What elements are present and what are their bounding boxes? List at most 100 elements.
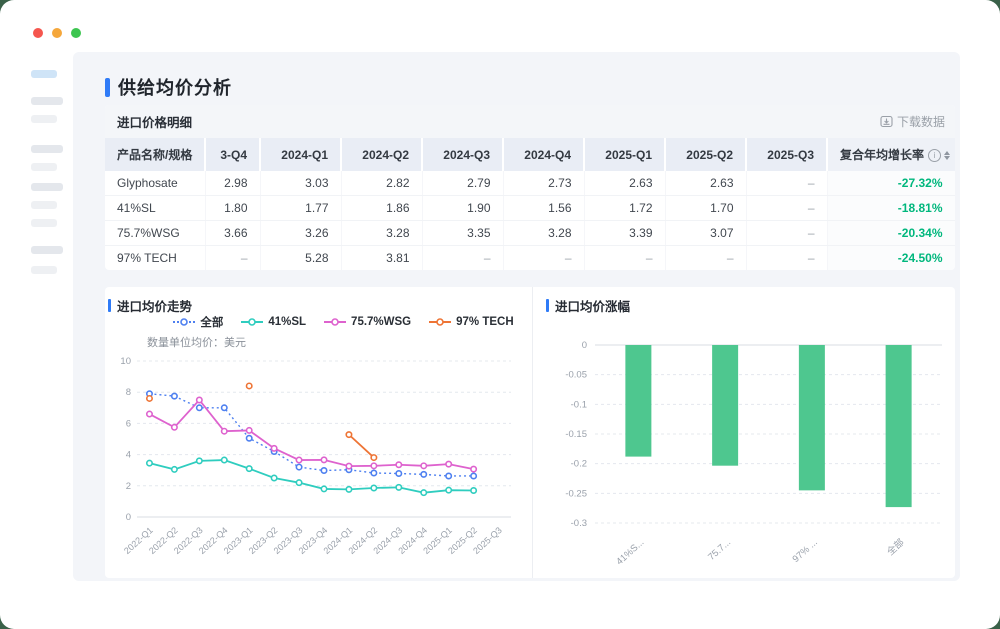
page-title: 供给均价分析: [118, 74, 232, 100]
app-window: 供给均价分析 进口价格明细 下载数据: [0, 0, 1000, 629]
data-point: [197, 458, 202, 463]
y-tick-label: -0.3: [571, 518, 587, 529]
table-row: 41%SL1.801.771.861.901.561.721.70–-18.81…: [105, 196, 955, 221]
price-cell: 5.28: [260, 246, 341, 271]
legend-item-全部[interactable]: 全部: [173, 314, 223, 330]
column-header: 2024-Q2: [341, 138, 422, 171]
data-point: [396, 471, 401, 476]
product-name-cell: 41%SL: [105, 196, 205, 221]
price-cell: –: [584, 246, 665, 271]
data-point: [271, 446, 276, 451]
column-header: 3-Q4: [205, 138, 260, 171]
line-chart-title: 进口均价走势: [117, 296, 192, 315]
price-cell: 2.63: [665, 171, 746, 196]
line-chart-section: 进口均价走势 全部41%SL75.7%WSG97% TECH 数量单位均价：美元…: [105, 287, 532, 578]
data-point: [147, 396, 152, 401]
column-header: 2025-Q3: [746, 138, 827, 171]
info-icon[interactable]: i: [928, 149, 941, 162]
price-cell: 1.77: [260, 196, 341, 221]
y-tick-label: 0: [582, 340, 587, 351]
data-point: [247, 436, 252, 441]
data-point: [446, 461, 451, 466]
data-point: [296, 480, 301, 485]
sidebar-skeleton-item: [31, 219, 57, 227]
bar-chart-title: 进口均价涨幅: [555, 296, 630, 315]
chart-accent-bar: [546, 299, 549, 312]
price-cell: 2.98: [205, 171, 260, 196]
price-cell: 3.28: [341, 221, 422, 246]
bar-chart-section: 进口均价涨幅 0-0.05-0.1-0.15-0.2-0.25-0.341%S.…: [532, 287, 955, 578]
column-header: 2025-Q1: [584, 138, 665, 171]
price-cell: 1.90: [422, 196, 503, 221]
price-cell: –: [422, 246, 503, 271]
data-point: [371, 470, 376, 475]
column-header: 2025-Q2: [665, 138, 746, 171]
data-point: [247, 466, 252, 471]
sidebar-skeleton-item: [31, 183, 63, 191]
data-point: [247, 383, 252, 388]
product-name-cell: 97% TECH: [105, 246, 205, 271]
sidebar-skeleton-item: [31, 115, 57, 123]
table-card-header: 进口价格明细 下载数据: [105, 105, 955, 138]
sidebar-skeleton-item: [31, 246, 63, 254]
legend-marker: [324, 317, 346, 327]
price-cell: 2.73: [503, 171, 584, 196]
legend-item-97% TECH[interactable]: 97% TECH: [429, 314, 514, 330]
price-cell: –: [746, 221, 827, 246]
cagr-cell: -27.32%: [827, 171, 955, 196]
window-controls: [33, 28, 81, 38]
data-point: [321, 457, 326, 462]
x-tick-label: 全部: [884, 536, 906, 558]
data-point: [371, 455, 376, 460]
data-point: [247, 428, 252, 433]
price-cell: 1.86: [341, 196, 422, 221]
download-data-button[interactable]: 下载数据: [880, 113, 945, 130]
column-header: 2024-Q4: [503, 138, 584, 171]
data-point: [371, 463, 376, 468]
data-point: [421, 472, 426, 477]
data-point: [321, 468, 326, 473]
data-point: [321, 486, 326, 491]
data-point: [446, 473, 451, 478]
data-point: [421, 463, 426, 468]
chart-legend: 全部 41%SL 75.7%WSG 97% TECH: [130, 314, 557, 330]
cagr-cell: -24.50%: [827, 246, 955, 271]
legend-item-75.7%WSG[interactable]: 75.7%WSG: [324, 314, 411, 330]
data-point: [296, 464, 301, 469]
sidebar-skeleton-item: [31, 266, 57, 274]
line-chart-svg: 02468102022-Q12022-Q22022-Q32022-Q42023-…: [111, 349, 523, 573]
price-cell: 2.79: [422, 171, 503, 196]
close-button[interactable]: [33, 28, 43, 38]
legend-marker: [429, 317, 451, 327]
price-cell: 3.35: [422, 221, 503, 246]
data-point: [346, 463, 351, 468]
data-point: [172, 467, 177, 472]
sidebar-skeleton-item: [31, 163, 57, 171]
price-cell: –: [746, 246, 827, 271]
data-point: [471, 473, 476, 478]
price-table-card: 进口价格明细 下载数据 产品名称/规格3-: [105, 105, 955, 270]
sidebar-skeleton-item: [31, 97, 63, 105]
sort-icon[interactable]: [944, 151, 950, 160]
column-header: 2024-Q1: [260, 138, 341, 171]
x-tick-label: 41%S...: [614, 537, 646, 567]
data-point: [346, 432, 351, 437]
x-tick-label: 75.7...: [706, 537, 733, 563]
data-point: [222, 405, 227, 410]
sidebar-skeleton-item: [31, 201, 57, 209]
chart-accent-bar: [108, 299, 111, 312]
table-title: 进口价格明细: [117, 112, 192, 131]
price-cell: –: [665, 246, 746, 271]
product-name-cell: 75.7%WSG: [105, 221, 205, 246]
maximize-button[interactable]: [71, 28, 81, 38]
minimize-button[interactable]: [52, 28, 62, 38]
bar-chart-title-row: 进口均价涨幅: [546, 296, 630, 315]
y-tick-label: -0.15: [565, 429, 587, 440]
data-point: [371, 485, 376, 490]
sidebar-skeleton-item: [31, 70, 57, 78]
legend-item-41%SL[interactable]: 41%SL: [241, 314, 306, 330]
y-tick-label: 2: [126, 481, 131, 492]
price-cell: 3.28: [503, 221, 584, 246]
line-chart-plot: 02468102022-Q12022-Q22022-Q32022-Q42023-…: [111, 349, 523, 578]
price-cell: –: [503, 246, 584, 271]
